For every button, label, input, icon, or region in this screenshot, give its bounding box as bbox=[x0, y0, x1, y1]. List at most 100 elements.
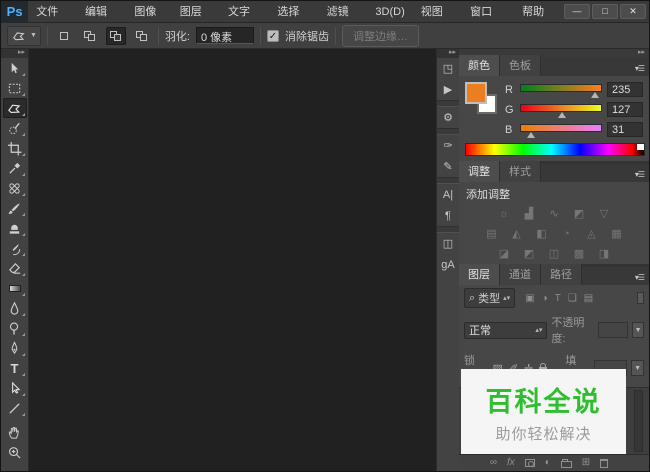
character-styles-panel-icon[interactable]: gA bbox=[438, 254, 459, 275]
menu-view[interactable]: 视图(V) bbox=[413, 1, 462, 23]
smudge-tool[interactable] bbox=[3, 298, 27, 318]
tab-paths[interactable]: 路径 bbox=[541, 264, 582, 285]
add-selection-button[interactable] bbox=[80, 27, 100, 45]
vibrance-icon[interactable]: ▽ bbox=[596, 207, 612, 221]
clone-stamp-tool[interactable] bbox=[3, 218, 27, 238]
menu-window[interactable]: 窗口(W) bbox=[462, 1, 514, 23]
color-spectrum-ramp[interactable] bbox=[465, 143, 645, 156]
add-mask-icon[interactable] bbox=[525, 459, 535, 467]
blue-slider[interactable] bbox=[520, 123, 602, 137]
color-balance-icon[interactable]: ◭ bbox=[509, 227, 525, 241]
menu-layer[interactable]: 图层(L) bbox=[172, 1, 220, 23]
black-white-icon[interactable]: ◧ bbox=[534, 227, 550, 241]
foreground-color-swatch[interactable] bbox=[465, 82, 487, 104]
new-group-icon[interactable] bbox=[561, 461, 572, 468]
history-panel-icon[interactable]: ◳ bbox=[438, 58, 459, 79]
marquee-tool[interactable] bbox=[3, 78, 27, 98]
history-brush-tool[interactable] bbox=[3, 238, 27, 258]
menu-3d[interactable]: 3D(D) bbox=[367, 1, 412, 23]
fill-dropdown-button[interactable]: ▼ bbox=[631, 360, 644, 376]
new-selection-button[interactable] bbox=[54, 27, 74, 45]
layer-comps-panel-icon[interactable]: ◫ bbox=[438, 233, 459, 254]
new-layer-icon[interactable]: ⊞ bbox=[582, 458, 590, 468]
opacity-input[interactable] bbox=[598, 322, 629, 338]
tool-preset-picker[interactable]: ▼ bbox=[7, 26, 41, 46]
selective-color-icon[interactable]: ◨ bbox=[596, 247, 612, 261]
invert-icon[interactable]: ◪ bbox=[496, 247, 512, 261]
lasso-tool[interactable] bbox=[3, 98, 27, 118]
red-slider[interactable] bbox=[520, 83, 602, 97]
healing-brush-tool[interactable] bbox=[3, 178, 27, 198]
hand-tool[interactable] bbox=[3, 422, 27, 442]
exposure-icon[interactable]: ◩ bbox=[571, 207, 587, 221]
red-slider-thumb[interactable] bbox=[591, 92, 599, 98]
tab-swatches[interactable]: 色板 bbox=[500, 55, 541, 76]
delete-layer-icon[interactable] bbox=[600, 459, 608, 468]
layer-style-icon[interactable]: fx bbox=[507, 458, 515, 468]
character-panel-icon[interactable]: A| bbox=[438, 184, 459, 205]
photo-filter-icon[interactable]: ◔ bbox=[559, 227, 575, 241]
green-value-input[interactable]: 127 bbox=[607, 102, 643, 117]
filter-shape-layers-icon[interactable]: ❑ bbox=[568, 293, 577, 304]
hue-saturation-icon[interactable]: ▤ bbox=[484, 227, 500, 241]
gradient-tool[interactable] bbox=[3, 278, 27, 298]
tab-styles[interactable]: 样式 bbox=[500, 161, 541, 182]
tab-color[interactable]: 颜色 bbox=[459, 55, 500, 76]
clone-source-panel-icon[interactable]: ✎ bbox=[438, 156, 459, 177]
green-slider[interactable] bbox=[520, 103, 602, 117]
zoom-tool[interactable] bbox=[3, 442, 27, 462]
menu-type[interactable]: 文字(Y) bbox=[220, 1, 269, 23]
filter-adjustment-layers-icon[interactable]: ◑ bbox=[542, 293, 548, 304]
crop-tool[interactable] bbox=[3, 138, 27, 158]
green-slider-thumb[interactable] bbox=[558, 112, 566, 118]
paragraph-panel-icon[interactable]: ¶ bbox=[438, 205, 459, 226]
quick-selection-tool[interactable] bbox=[3, 118, 27, 138]
filter-type-layers-icon[interactable]: T bbox=[555, 293, 561, 304]
actions-panel-icon[interactable]: ▶ bbox=[438, 79, 459, 100]
color-lookup-icon[interactable]: ▦ bbox=[609, 227, 625, 241]
eyedropper-tool[interactable] bbox=[3, 158, 27, 178]
minimize-button[interactable]: — bbox=[564, 4, 590, 19]
channel-mixer-icon[interactable]: ◬ bbox=[584, 227, 600, 241]
line-tool[interactable] bbox=[3, 398, 27, 418]
move-tool[interactable] bbox=[3, 58, 27, 78]
menu-select[interactable]: 选择(S) bbox=[269, 1, 318, 23]
brush-tool[interactable] bbox=[3, 198, 27, 218]
brush-panel-icon[interactable]: ✑ bbox=[438, 135, 459, 156]
opacity-dropdown-button[interactable]: ▼ bbox=[632, 322, 644, 338]
type-tool[interactable]: T bbox=[3, 358, 27, 378]
eraser-tool[interactable] bbox=[3, 258, 27, 278]
filter-pixel-layers-icon[interactable]: ▣ bbox=[525, 293, 534, 304]
menu-image[interactable]: 图像(I) bbox=[126, 1, 171, 23]
menu-file[interactable]: 文件(F) bbox=[28, 1, 77, 23]
blue-slider-thumb[interactable] bbox=[527, 132, 535, 138]
brightness-contrast-icon[interactable]: ☼ bbox=[496, 207, 512, 221]
toolbar-collapse-icon[interactable]: ▸▸ bbox=[1, 49, 28, 58]
intersect-selection-button[interactable] bbox=[132, 27, 152, 45]
tab-channels[interactable]: 通道 bbox=[500, 264, 541, 285]
menu-filter[interactable]: 滤镜(T) bbox=[319, 1, 368, 23]
panel-menu-icon[interactable]: ▾☰ bbox=[630, 170, 649, 182]
tab-adjustments[interactable]: 调整 bbox=[459, 161, 500, 182]
layer-filter-toggle[interactable] bbox=[637, 292, 644, 304]
strip-collapse-icon[interactable]: ▸▸ bbox=[437, 49, 459, 58]
link-layers-icon[interactable]: ∞ bbox=[490, 458, 497, 468]
layer-list[interactable]: 百科全说 助你轻松解决 bbox=[459, 387, 649, 454]
close-button[interactable]: ✕ bbox=[620, 4, 646, 19]
maximize-button[interactable]: □ bbox=[592, 4, 618, 19]
feather-input[interactable]: 0 像素 bbox=[196, 27, 254, 44]
panel-menu-icon[interactable]: ▾☰ bbox=[630, 273, 649, 285]
panel-menu-icon[interactable]: ▾☰ bbox=[630, 64, 649, 76]
layer-filter-type-select[interactable]: ⌕ 类型 ▴▾ bbox=[464, 288, 515, 308]
curves-icon[interactable]: ∿ bbox=[546, 207, 562, 221]
blend-mode-select[interactable]: 正常 ▴▾ bbox=[464, 322, 547, 339]
pen-tool[interactable] bbox=[3, 338, 27, 358]
filter-smart-objects-icon[interactable]: ▤ bbox=[584, 293, 593, 304]
gradient-map-icon[interactable]: ▩ bbox=[571, 247, 587, 261]
antialias-checkbox[interactable]: ✓ bbox=[267, 30, 279, 42]
red-value-input[interactable]: 235 bbox=[607, 82, 643, 97]
threshold-icon[interactable]: ◫ bbox=[546, 247, 562, 261]
adjustment-layer-icon[interactable]: ◐ bbox=[545, 458, 551, 468]
properties-panel-icon[interactable]: ⚙ bbox=[438, 107, 459, 128]
menu-help[interactable]: 帮助(H) bbox=[514, 1, 564, 23]
